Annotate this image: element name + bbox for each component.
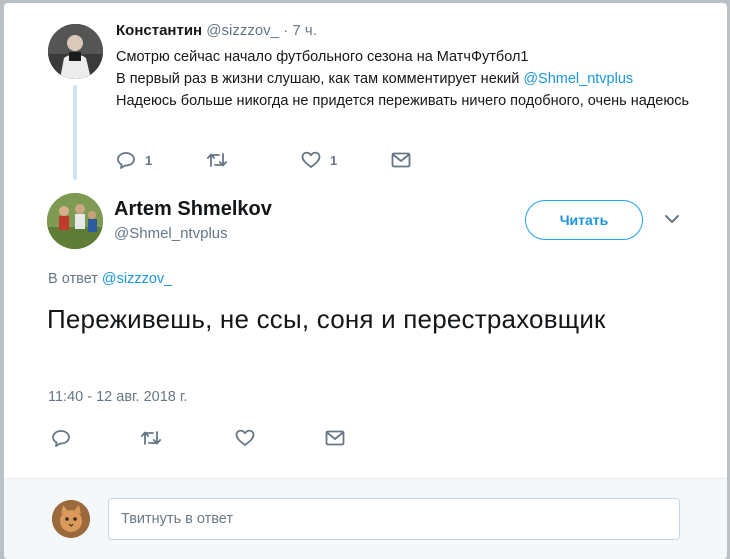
- parent-tweet-line: Смотрю сейчас начало футбольного сезона …: [116, 49, 529, 65]
- like-icon: [301, 151, 321, 169]
- retweet-button[interactable]: [140, 429, 162, 447]
- mention-link[interactable]: @Shmel_ntvplus: [523, 71, 633, 87]
- more-options-button[interactable]: [664, 212, 680, 230]
- parent-author-avatar[interactable]: [48, 24, 103, 79]
- direct-message-button[interactable]: [325, 429, 345, 447]
- like-icon: [235, 429, 255, 447]
- reply-icon: [116, 151, 136, 169]
- parent-tweet-header: Константин @sizzzov_ · 7 ч.: [116, 22, 317, 39]
- main-author-handle[interactable]: @Shmel_ntvplus: [114, 225, 228, 242]
- reply-button[interactable]: [51, 429, 71, 447]
- dm-icon: [391, 151, 411, 169]
- like-count: 1: [330, 152, 338, 168]
- parent-tweet-text: Смотрю сейчас начало футбольного сезона …: [116, 46, 706, 112]
- parent-tweet-line-prefix: В первый раз в жизни слушаю, как там ком…: [116, 71, 524, 87]
- parent-author-name[interactable]: Константин: [116, 22, 202, 39]
- dm-icon: [325, 429, 345, 447]
- direct-message-button[interactable]: [391, 151, 411, 169]
- reply-composer: [4, 478, 727, 559]
- follow-button[interactable]: Читать: [525, 200, 643, 240]
- main-tweet-timestamp[interactable]: 11:40 - 12 авг. 2018 г.: [48, 389, 187, 405]
- parent-tweet-time[interactable]: 7 ч.: [292, 22, 317, 39]
- main-author-name[interactable]: Artem Shmelkov: [114, 198, 272, 221]
- tweet-dialog: Константин @sizzzov_ · 7 ч. Смотрю сейча…: [4, 3, 727, 559]
- main-tweet-actions: [51, 429, 351, 449]
- main-author-avatar[interactable]: [47, 193, 103, 249]
- reply-to-prefix: В ответ: [48, 271, 98, 287]
- parent-tweet-line: В первый раз в жизни слушаю, как там ком…: [116, 68, 706, 90]
- retweet-icon: [140, 429, 162, 447]
- reply-count: 1: [145, 152, 153, 168]
- current-user-avatar: [52, 500, 90, 538]
- main-tweet-text: Переживешь, не ссы, соня и перестраховщи…: [47, 304, 606, 334]
- chevron-down-icon: [664, 212, 680, 229]
- reply-button[interactable]: 1: [116, 151, 152, 169]
- retweet-icon: [206, 151, 228, 169]
- like-button[interactable]: 1: [301, 151, 337, 169]
- reply-context: В ответ @sizzzov_: [48, 271, 172, 287]
- like-button[interactable]: [235, 429, 255, 447]
- parent-author-handle[interactable]: @sizzzov_: [206, 22, 279, 39]
- parent-tweet-line: Надеюсь больше никогда не придется переж…: [116, 93, 689, 109]
- retweet-button[interactable]: [206, 151, 228, 169]
- header-separator: ·: [283, 22, 289, 39]
- reply-to-handle-link[interactable]: @sizzzov_: [102, 271, 172, 287]
- parent-tweet-actions: 1 1: [116, 151, 416, 171]
- reply-icon: [51, 429, 71, 447]
- reply-input[interactable]: [108, 498, 680, 540]
- thread-connector-line: [73, 85, 77, 180]
